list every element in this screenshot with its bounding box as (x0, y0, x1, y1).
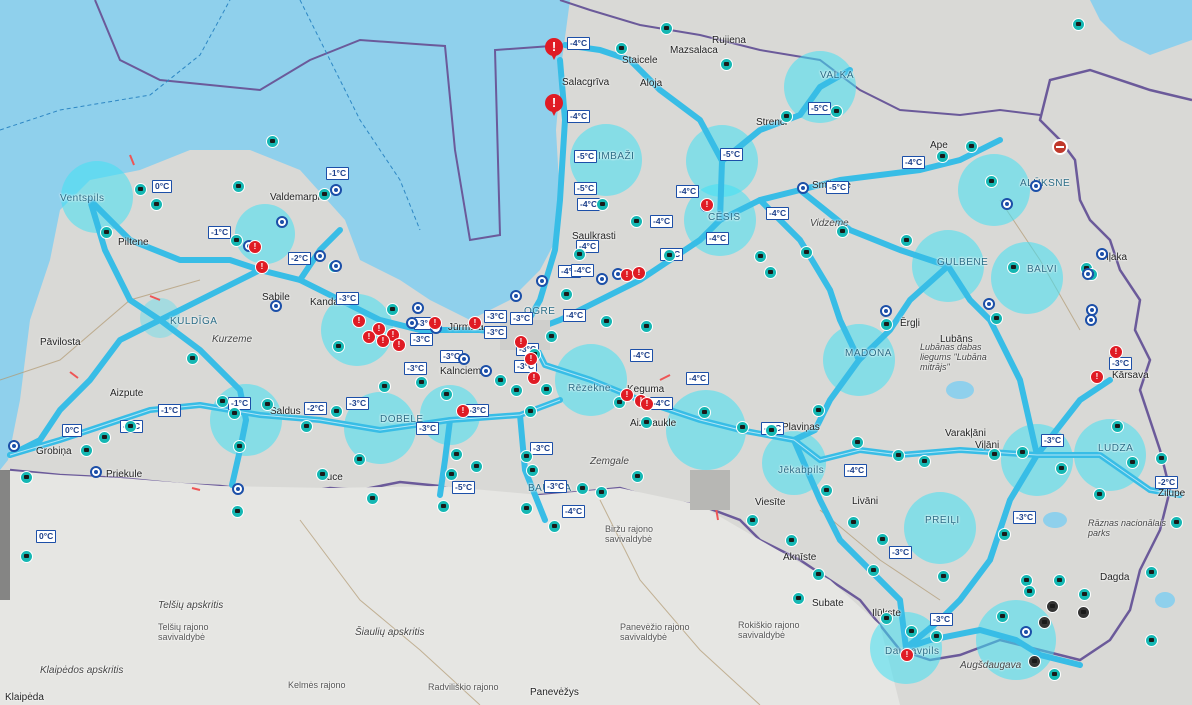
pin-tip (550, 52, 558, 60)
road-works-alert-icon[interactable]: ! (352, 314, 366, 328)
warning-pin-icon[interactable]: ! (545, 38, 563, 60)
weather-station-icon[interactable] (90, 466, 102, 478)
road-works-alert-icon[interactable]: ! (1109, 345, 1123, 359)
road-works-alert-icon[interactable]: ! (632, 266, 646, 280)
weather-station-icon[interactable] (412, 302, 424, 314)
road-works-alert-icon[interactable]: ! (900, 648, 914, 662)
weather-station-icon[interactable] (1001, 198, 1013, 210)
road-works-alert-icon[interactable]: ! (640, 397, 654, 411)
weather-station-icon[interactable] (536, 275, 548, 287)
road-works-alert-icon[interactable]: ! (392, 338, 406, 352)
weather-station-icon[interactable] (458, 353, 470, 365)
road-works-alert-icon[interactable]: ! (620, 388, 634, 402)
weather-station-icon[interactable] (480, 365, 492, 377)
pin-tip (550, 108, 558, 116)
weather-station-icon[interactable] (276, 216, 288, 228)
weather-station-icon[interactable] (596, 273, 608, 285)
weather-station-icon[interactable] (880, 305, 892, 317)
weather-station-icon[interactable] (1030, 180, 1042, 192)
road-works-alert-icon[interactable]: ! (255, 260, 269, 274)
weather-station-icon[interactable] (270, 300, 282, 312)
road-works-alert-icon[interactable]: ! (700, 198, 714, 212)
road-works-alert-icon[interactable]: ! (362, 330, 376, 344)
weather-station-icon[interactable] (1085, 314, 1097, 326)
weather-station-icon[interactable] (797, 182, 809, 194)
weather-station-icon[interactable] (510, 290, 522, 302)
weather-station-icon[interactable] (406, 317, 418, 329)
weather-station-icon[interactable] (1020, 626, 1032, 638)
weather-station-icon[interactable] (330, 260, 342, 272)
warning-pin-icon[interactable]: ! (545, 94, 563, 116)
road-works-alert-icon[interactable]: ! (1090, 370, 1104, 384)
road-works-alert-icon[interactable]: ! (376, 334, 390, 348)
weather-station-icon[interactable] (314, 250, 326, 262)
road-works-alert-icon[interactable]: ! (514, 335, 528, 349)
alert-markers: !!!!!!!!!!!!!!!!!!!!!!!!! (0, 0, 1192, 705)
road-works-alert-icon[interactable]: ! (248, 240, 262, 254)
weather-station-icon[interactable] (232, 483, 244, 495)
weather-station-icon[interactable] (1082, 268, 1094, 280)
road-closed-icon[interactable] (1052, 139, 1068, 155)
road-works-alert-icon[interactable]: ! (456, 404, 470, 418)
weather-station-icon[interactable] (330, 184, 342, 196)
road-works-alert-icon[interactable]: ! (468, 316, 482, 330)
road-works-alert-icon[interactable]: ! (428, 316, 442, 330)
road-works-alert-icon[interactable]: ! (524, 352, 538, 366)
weather-station-icon[interactable] (8, 440, 20, 452)
weather-station-icon[interactable] (983, 298, 995, 310)
road-works-alert-icon[interactable]: ! (527, 371, 541, 385)
weather-station-icon[interactable] (1096, 248, 1108, 260)
road-conditions-map[interactable]: Ventspils Valdemarpils Piltene Sabile Kandav… (0, 0, 1192, 705)
